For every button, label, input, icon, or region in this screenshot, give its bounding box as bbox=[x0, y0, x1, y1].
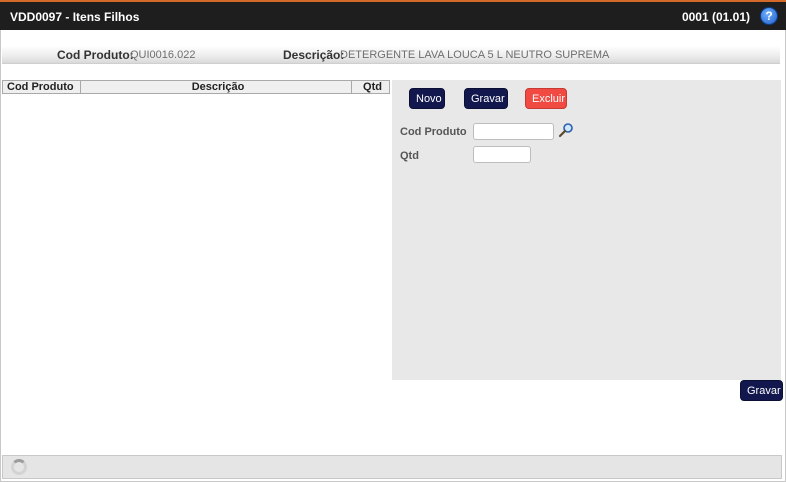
product-info-bar: Cod Produto: QUI0016.022 Descrição: DETE… bbox=[2, 46, 780, 64]
column-header-cod-produto[interactable]: Cod Produto bbox=[3, 81, 81, 93]
grid-header: Cod Produto Descrição Qtd bbox=[2, 80, 390, 94]
help-icon[interactable]: ? bbox=[760, 7, 778, 25]
descricao-info-label: Descrição: bbox=[283, 48, 345, 62]
search-icon[interactable] bbox=[558, 122, 574, 138]
novo-button[interactable]: Novo bbox=[409, 88, 445, 109]
loading-spinner-icon bbox=[11, 459, 27, 475]
cod-produto-info-value: QUI0016.022 bbox=[130, 49, 196, 61]
cod-produto-field-label: Cod Produto bbox=[400, 126, 467, 138]
status-bar bbox=[2, 455, 782, 479]
gravar-item-button[interactable]: Gravar bbox=[464, 88, 508, 109]
cod-produto-input[interactable] bbox=[473, 123, 554, 140]
window-code: 0001 (01.01) bbox=[681, 10, 750, 24]
excluir-button[interactable]: Excluir bbox=[525, 88, 567, 109]
qtd-input[interactable] bbox=[473, 146, 531, 163]
qtd-field-label: Qtd bbox=[400, 150, 419, 162]
cod-produto-info-label: Cod Produto: bbox=[57, 48, 134, 62]
title-bar: VDD0097 - Itens Filhos 0001 (01.01) ? bbox=[0, 0, 786, 30]
items-grid: Cod Produto Descrição Qtd bbox=[2, 80, 390, 380]
column-header-descricao[interactable]: Descrição bbox=[81, 81, 352, 93]
window-title: VDD0097 - Itens Filhos bbox=[10, 10, 140, 24]
item-form-panel: Novo Gravar Excluir Cod Produto Qtd bbox=[392, 80, 781, 380]
gravar-button[interactable]: Gravar bbox=[740, 380, 783, 401]
column-header-qtd[interactable]: Qtd bbox=[352, 81, 389, 93]
descricao-info-value: DETERGENTE LAVA LOUCA 5 L NEUTRO SUPREMA bbox=[340, 49, 610, 61]
